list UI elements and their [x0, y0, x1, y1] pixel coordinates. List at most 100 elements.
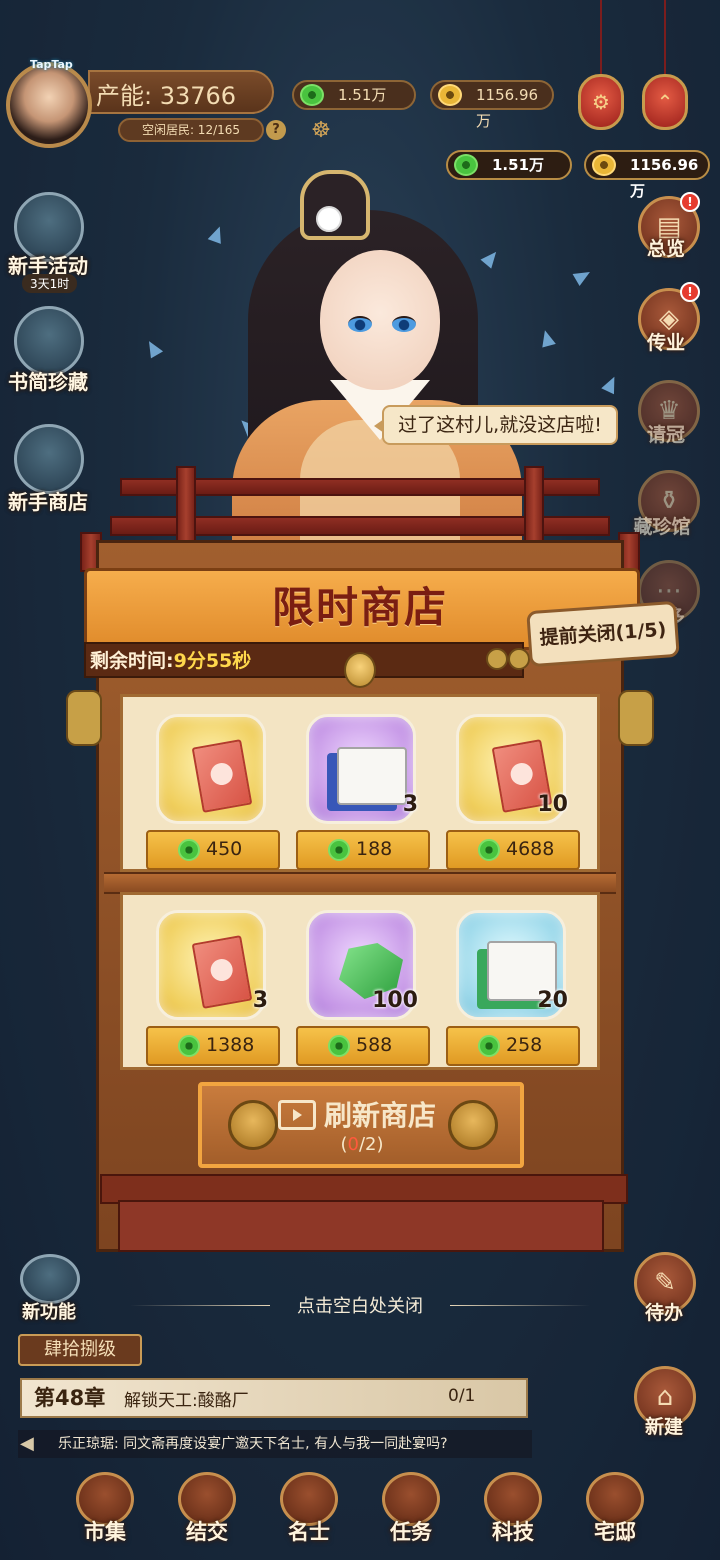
shop-item[interactable]: 10 4688: [446, 714, 580, 870]
nav-label: 结交: [186, 1520, 228, 1544]
item-frame: [156, 910, 266, 1020]
item-count: 3: [252, 988, 268, 1013]
nav-label: 名士: [288, 1520, 330, 1544]
frame-post: [176, 466, 196, 546]
tassel-right-icon: [618, 690, 654, 746]
item-count: 100: [372, 988, 418, 1013]
item-count: 3: [402, 792, 418, 817]
nav-friends[interactable]: 结交: [164, 1472, 250, 1554]
shop-divider: [104, 872, 616, 894]
lock-icon: [344, 652, 376, 688]
door-knocker-icon: [448, 1100, 498, 1150]
chat-ticker[interactable]: 乐正琼琚: 同文斋再度设宴广邀天下名士, 有人与我一同赴宴吗?: [18, 1430, 532, 1458]
shop-item[interactable]: 20 258: [446, 910, 580, 1066]
refresh-open: (: [340, 1134, 348, 1155]
price-value: 588: [356, 1034, 393, 1056]
overview-label[interactable]: 总览: [626, 234, 706, 261]
price-value: 1388: [206, 1034, 255, 1056]
timer-value: 9分55秒: [173, 650, 252, 672]
wallet-green: 1.51万: [446, 150, 572, 180]
price-button[interactable]: 588: [296, 1026, 430, 1066]
character-eye-right: [392, 316, 416, 332]
refresh-total: /2): [358, 1134, 384, 1155]
close-early-button[interactable]: 提前关闭(1/5): [526, 600, 680, 668]
price-button[interactable]: 450: [146, 830, 280, 870]
chapter-number: 第48章: [34, 1386, 106, 1410]
shop-item[interactable]: 100 588: [296, 910, 430, 1066]
top-green-value: 1.51万: [338, 86, 387, 104]
overview-badge: !: [680, 192, 700, 212]
timer-label: 剩余时间:: [90, 650, 174, 672]
coin-decor-icon: [486, 648, 508, 670]
green-coin-icon: [328, 1035, 350, 1057]
door-knocker-icon: [228, 1100, 278, 1150]
idle-residents[interactable]: 空闲居民: 12/165: [118, 118, 264, 142]
inherit-badge: !: [680, 282, 700, 302]
book-icon: [337, 747, 407, 805]
nav-label: 科技: [492, 1520, 534, 1544]
lantern-settings-icon[interactable]: ⚙: [578, 74, 624, 130]
nav-label: 宅邸: [594, 1520, 636, 1544]
ticket-icon: [191, 935, 253, 1009]
nav-mansion[interactable]: 宅邸: [572, 1472, 658, 1554]
cabinet-base-bottom: [118, 1200, 604, 1252]
video-ad-icon: [278, 1100, 316, 1130]
price-button[interactable]: 1388: [146, 1026, 280, 1066]
shop-item[interactable]: 3 1388: [146, 910, 280, 1066]
nav-scholars[interactable]: 名士: [266, 1472, 352, 1554]
shop-title: 限时商店: [271, 583, 448, 632]
shop-item[interactable]: 450: [146, 714, 280, 870]
book-collection-label[interactable]: 书简珍藏: [8, 366, 88, 395]
green-coin-icon: [478, 839, 500, 861]
refresh-used: 0: [347, 1134, 359, 1155]
lantern-rank-icon[interactable]: ⌃: [642, 74, 688, 130]
shop-item[interactable]: 3 188: [296, 714, 430, 870]
lantern-string: [600, 0, 602, 74]
price-value: 4688: [506, 838, 555, 860]
new-feature-icon[interactable]: [20, 1254, 80, 1304]
price-value: 188: [356, 838, 393, 860]
chapter-tag: 肆拾捌级: [18, 1334, 142, 1366]
crown-label[interactable]: 请冠: [626, 420, 706, 447]
price-value: 450: [206, 838, 243, 860]
gold-coin-icon: [438, 84, 462, 106]
nav-label: 市集: [84, 1520, 126, 1544]
nav-market[interactable]: 市集: [62, 1472, 148, 1554]
wallet-gold: 1156.96万: [584, 150, 710, 200]
lantern-string: [664, 0, 666, 74]
price-button[interactable]: 4688: [446, 830, 580, 870]
green-coin-icon: [300, 84, 324, 106]
nav-tasks[interactable]: 任务: [368, 1472, 454, 1554]
hint-line: [450, 1305, 590, 1306]
production-value: 产能: 33766: [96, 82, 237, 110]
wheel-icon[interactable]: ☸: [302, 118, 340, 144]
inherit-label[interactable]: 传业: [626, 328, 706, 355]
new-feature-label[interactable]: 新功能: [22, 1298, 76, 1324]
green-coin-icon: [478, 1035, 500, 1057]
refresh-shop-label: 刷新商店: [324, 1099, 437, 1132]
gold-coin-icon: [592, 154, 616, 176]
build-label[interactable]: 新建: [624, 1412, 704, 1439]
todo-label[interactable]: 待办: [624, 1298, 704, 1325]
newbie-shop-icon[interactable]: [14, 424, 84, 494]
newbie-shop-label[interactable]: 新手商店: [8, 486, 88, 515]
item-frame: [156, 714, 266, 824]
green-coin-icon: [328, 839, 350, 861]
character-eye-left: [348, 316, 372, 332]
item-count: 10: [537, 792, 568, 817]
frame-post: [524, 466, 544, 546]
price-value: 258: [506, 1034, 543, 1056]
nav-tech[interactable]: 科技: [470, 1472, 556, 1554]
newbie-event-timer: 3天1时: [22, 274, 78, 293]
item-frame: [306, 714, 416, 824]
speaker-icon[interactable]: ◀: [20, 1433, 34, 1454]
coin-decor-icon: [508, 648, 530, 670]
flower-ornament: [316, 206, 342, 232]
wallet-green-value: 1.51万: [492, 156, 545, 174]
player-avatar[interactable]: [6, 62, 92, 148]
timer-text: 剩余时间:9分55秒: [90, 646, 251, 673]
price-button[interactable]: 188: [296, 830, 430, 870]
price-button[interactable]: 258: [446, 1026, 580, 1066]
item-count: 20: [537, 988, 568, 1013]
help-icon[interactable]: ?: [266, 120, 286, 140]
